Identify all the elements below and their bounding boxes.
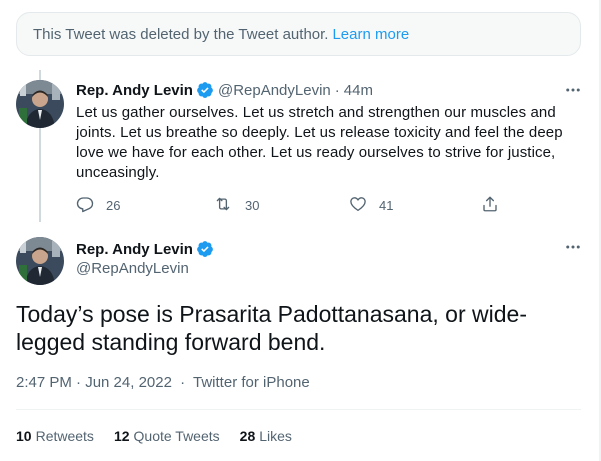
engagement-stats: 10 Retweets 12 Quote Tweets 28 Likes xyxy=(16,428,312,444)
deleted-notice-text: This Tweet was deleted by the Tweet auth… xyxy=(33,25,329,43)
tweet-source[interactable]: Twitter for iPhone xyxy=(193,374,310,391)
likes-count: 28 xyxy=(239,428,256,444)
heart-icon xyxy=(349,195,367,216)
tweet-metadata: 2:47 PM · Jun 24, 2022 · Twitter for iPh… xyxy=(16,374,310,391)
author-handle[interactable]: @RepAndyLevin xyxy=(76,260,189,277)
retweets-label: Retweets xyxy=(35,428,94,444)
verified-badge-icon xyxy=(196,240,214,258)
tweet-timestamp[interactable]: 2:47 PM · Jun 24, 2022 xyxy=(16,374,172,391)
retweets-count: 10 xyxy=(16,428,32,444)
learn-more-link[interactable]: Learn more xyxy=(332,26,409,43)
reply-count: 26 xyxy=(106,197,121,213)
separator-dot: · xyxy=(334,81,340,99)
reply-tweet-text: Let us gather ourselves. Let us stretch … xyxy=(76,104,563,181)
author-name[interactable]: Rep. Andy Levin xyxy=(76,241,193,258)
like-count: 41 xyxy=(379,197,394,213)
retweet-count: 30 xyxy=(245,197,260,213)
likes-label: Likes xyxy=(259,428,292,444)
tweet-time[interactable]: 44m xyxy=(344,82,373,99)
avatar[interactable] xyxy=(16,80,64,128)
avatar[interactable] xyxy=(16,237,64,285)
likes-stat[interactable]: 28 Likes xyxy=(240,428,292,444)
author-handle[interactable]: @RepAndyLevin xyxy=(218,82,331,99)
quote-tweets-count: 12 xyxy=(113,428,130,444)
share-icon xyxy=(481,195,499,216)
retweet-icon xyxy=(213,195,233,216)
more-options-icon[interactable] xyxy=(563,237,583,257)
reply-tweet-actions: 26 30 41 xyxy=(76,193,499,217)
separator-dot: · xyxy=(180,374,186,391)
verified-badge-icon xyxy=(196,81,214,99)
retweet-button[interactable]: 30 xyxy=(213,193,259,217)
main-tweet-author: Rep. Andy Levin xyxy=(76,239,218,259)
like-button[interactable]: 41 xyxy=(349,193,393,217)
share-button[interactable] xyxy=(481,193,499,217)
author-name[interactable]: Rep. Andy Levin xyxy=(76,82,193,99)
thread-connector-line xyxy=(39,70,41,80)
reply-tweet-header: Rep. Andy Levin @RepAndyLevin · 44m xyxy=(76,80,373,100)
retweets-stat[interactable]: 10 Retweets xyxy=(16,428,94,444)
quote-tweets-stat[interactable]: 12 Quote Tweets xyxy=(114,428,220,444)
divider xyxy=(16,409,581,410)
deleted-tweet-notice: This Tweet was deleted by the Tweet auth… xyxy=(16,12,581,56)
quote-tweets-label: Quote Tweets xyxy=(133,428,220,444)
reply-button[interactable]: 26 xyxy=(76,193,120,217)
thread-connector-line xyxy=(39,126,41,222)
main-tweet-text: Today’s pose is Prasarita Padottanasana,… xyxy=(16,301,527,355)
reply-icon xyxy=(76,195,94,216)
more-options-icon[interactable] xyxy=(563,80,583,100)
